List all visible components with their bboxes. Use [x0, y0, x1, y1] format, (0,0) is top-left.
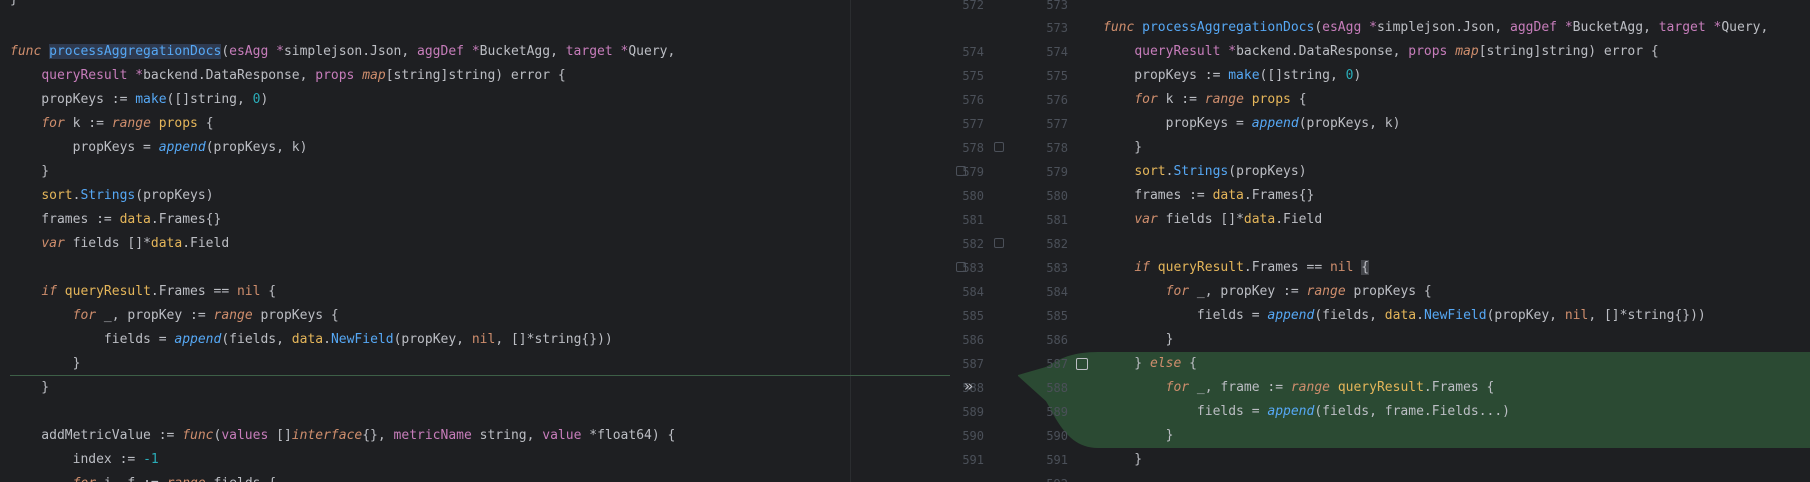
left-line-number: 581: [962, 213, 984, 227]
right-line-number: 575: [1046, 69, 1068, 83]
right-line-number: 574: [1046, 45, 1068, 59]
left-code-line[interactable]: addMetricValue := func(values []interfac…: [10, 424, 675, 448]
right-code-line[interactable]: for _, propKey := range propKeys {: [1103, 280, 1432, 304]
right-line-number: 587: [1046, 357, 1068, 371]
double-chevron-right-icon[interactable]: »: [964, 377, 973, 395]
right-code-line[interactable]: func processAggregationDocs(esAgg *simpl…: [1103, 16, 1768, 40]
left-line-number: 574: [962, 45, 984, 59]
right-line-number: 581: [1046, 213, 1068, 227]
right-line-number: 591: [1046, 453, 1068, 467]
right-line-number: 586: [1046, 333, 1068, 347]
right-code-line[interactable]: propKeys = append(propKeys, k): [1103, 112, 1401, 136]
left-line-number: 572: [962, 0, 984, 12]
right-line-number: 589: [1046, 405, 1068, 419]
right-line-number: 588: [1046, 381, 1068, 395]
right-code-line[interactable]: }: [1103, 328, 1174, 352]
left-code-line[interactable]: sort.Strings(propKeys): [10, 184, 213, 208]
right-code-line[interactable]: if queryResult.Frames == nil {: [1103, 256, 1370, 280]
right-code-line[interactable]: queryResult *backend.DataResponse, props…: [1103, 40, 1658, 64]
left-line-number: 575: [962, 69, 984, 83]
right-code-line[interactable]: }: [1103, 136, 1142, 160]
left-code-line[interactable]: for k := range props {: [10, 112, 213, 136]
left-code-line[interactable]: frames := data.Frames{}: [10, 208, 221, 232]
left-line-number: 584: [962, 285, 984, 299]
left-code-line[interactable]: fields = append(fields, data.NewField(pr…: [10, 328, 613, 352]
left-line-number: 585: [962, 309, 984, 323]
right-line-number: 578: [1046, 141, 1068, 155]
fold-marker-icon[interactable]: [994, 238, 1004, 248]
change-boundary-line: [10, 375, 968, 376]
right-editor-pane[interactable]: func processAggregationDocs(esAgg *simpl…: [1098, 0, 1810, 482]
left-code-line[interactable]: propKeys = append(propKeys, k): [10, 136, 308, 160]
right-code-line[interactable]: frames := data.Frames{}: [1103, 184, 1314, 208]
right-code-line[interactable]: propKeys := make([]string, 0): [1103, 64, 1361, 88]
fold-marker-icon[interactable]: [956, 166, 966, 176]
right-code-line[interactable]: sort.Strings(propKeys): [1103, 160, 1306, 184]
left-code-line[interactable]: for i, f := range fields {: [10, 472, 277, 482]
left-code-line[interactable]: }: [10, 0, 18, 12]
left-code-line[interactable]: }: [10, 352, 81, 376]
left-line-number: 576: [962, 93, 984, 107]
right-code-line[interactable]: }: [1103, 448, 1142, 472]
right-line-number: 582: [1046, 237, 1068, 251]
left-code-line[interactable]: index := -1: [10, 448, 159, 472]
left-code-line[interactable]: var fields []*data.Field: [10, 232, 229, 256]
left-code-line[interactable]: propKeys := make([]string, 0): [10, 88, 268, 112]
left-code-line[interactable]: for _, propKey := range propKeys {: [10, 304, 339, 328]
left-line-number: 589: [962, 405, 984, 419]
right-line-number: 579: [1046, 165, 1068, 179]
right-line-number: 577: [1046, 117, 1068, 131]
checkbox-icon[interactable]: [1076, 358, 1088, 370]
left-line-number: 580: [962, 189, 984, 203]
right-code-line[interactable]: fields = append(fields, data.NewField(pr…: [1103, 304, 1706, 328]
diff-gutter: 572 574 575 576 577 578 579 580 581 582 …: [950, 0, 1098, 482]
left-line-number: 591: [962, 453, 984, 467]
fold-marker-icon[interactable]: [956, 262, 966, 272]
right-code-line[interactable]: var fields []*data.Field: [1103, 208, 1322, 232]
left-line-number: 587: [962, 357, 984, 371]
right-code-line[interactable]: for _, frame := range queryResult.Frames…: [1103, 376, 1495, 400]
right-line-number: 592: [1034, 472, 1068, 482]
right-line-number: 583: [1046, 261, 1068, 275]
right-line-number: 573: [1046, 21, 1068, 35]
right-code-line[interactable]: fields = append(fields, frame.Fields...): [1103, 400, 1510, 424]
right-code-line[interactable]: for k := range props {: [1103, 88, 1306, 112]
fold-marker-icon[interactable]: [994, 142, 1004, 152]
right-line-number: 573: [1046, 0, 1068, 12]
left-editor-pane[interactable]: } func processAggregationDocs(esAgg *sim…: [0, 0, 968, 482]
right-line-number: 585: [1046, 309, 1068, 323]
left-line-number: 590: [962, 429, 984, 443]
left-code-line[interactable]: if queryResult.Frames == nil {: [10, 280, 276, 304]
left-line-number: 577: [962, 117, 984, 131]
left-line-number: 586: [962, 333, 984, 347]
right-line-number: 576: [1046, 93, 1068, 107]
left-right-margin-guide: [850, 0, 851, 482]
left-code-line[interactable]: }: [10, 376, 49, 400]
left-line-number: 582: [962, 237, 984, 251]
left-line-number: 578: [962, 141, 984, 155]
right-code-line[interactable]: }: [1103, 424, 1174, 448]
right-code-line[interactable]: } else {: [1103, 352, 1197, 376]
right-line-number: 580: [1046, 189, 1068, 203]
right-line-number: 584: [1046, 285, 1068, 299]
left-code-line[interactable]: }: [10, 160, 49, 184]
left-code-line[interactable]: func processAggregationDocs(esAgg *simpl…: [10, 40, 675, 64]
right-line-number: 590: [1046, 429, 1068, 443]
left-code-line[interactable]: queryResult *backend.DataResponse, props…: [10, 64, 565, 88]
